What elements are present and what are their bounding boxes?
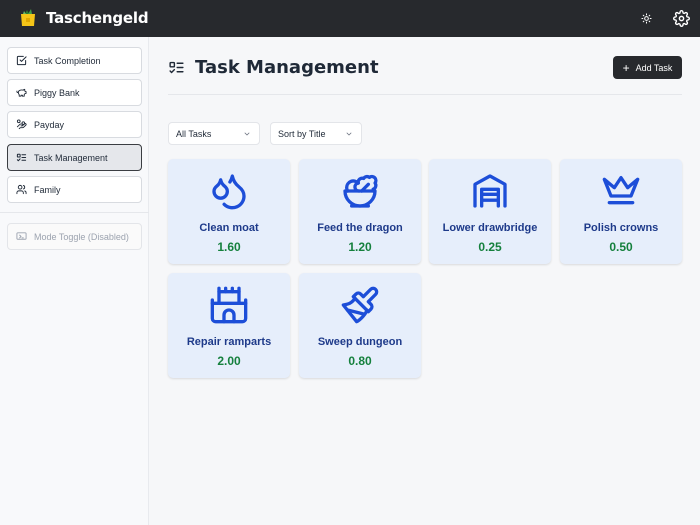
sidebar-item-task-management[interactable]: Task Management xyxy=(7,144,142,171)
task-card[interactable]: Feed the dragon 1.20 xyxy=(299,159,421,264)
sort-selected-value: Sort by Title xyxy=(278,128,326,139)
app-logo-icon xyxy=(21,9,35,26)
sidebar-item-payday[interactable]: Payday xyxy=(7,111,142,138)
sidebar: Task Completion Piggy Bank Payday Task M… xyxy=(0,37,149,525)
task-card[interactable]: Repair ramparts 2.00 xyxy=(168,273,290,378)
header-divider xyxy=(168,94,682,95)
list-checks-icon xyxy=(169,61,184,74)
castle-icon xyxy=(210,286,248,324)
task-name: Repair ramparts xyxy=(186,336,272,348)
piggy-bank-icon xyxy=(16,87,27,98)
task-value: 1.20 xyxy=(348,240,372,254)
droplets-icon xyxy=(212,174,246,210)
gear-icon xyxy=(673,10,690,27)
list-checks-icon xyxy=(16,152,27,163)
mode-toggle-button[interactable]: Mode Toggle (Disabled) xyxy=(7,223,142,250)
sidebar-divider xyxy=(0,212,149,213)
filter-selected-value: All Tasks xyxy=(176,128,212,139)
garage-gate-icon xyxy=(473,174,507,208)
paintbrush-icon xyxy=(341,286,379,324)
plus-icon: + xyxy=(622,60,630,75)
add-task-label: Add Task xyxy=(635,62,673,73)
sidebar-item-label: Payday xyxy=(34,119,65,130)
filter-select[interactable]: All Tasks xyxy=(168,122,260,145)
task-name: Polish crowns xyxy=(583,222,659,234)
task-value: 0.50 xyxy=(609,240,633,254)
sidebar-item-label: Family xyxy=(34,184,61,195)
salad-bowl-icon xyxy=(343,174,378,208)
payday-icon xyxy=(16,119,27,130)
task-card[interactable]: Sweep dungeon 0.80 xyxy=(299,273,421,378)
sidebar-item-piggy-bank[interactable]: Piggy Bank xyxy=(7,79,142,106)
page-title: Task Management xyxy=(195,57,379,78)
task-name: Lower drawbridge xyxy=(442,222,538,234)
sidebar-item-label: Task Completion xyxy=(34,55,101,66)
app-title: Taschengeld xyxy=(46,9,149,27)
mode-toggle-label: Mode Toggle (Disabled) xyxy=(34,231,129,242)
crown-icon xyxy=(602,176,640,205)
sort-select[interactable]: Sort by Title xyxy=(270,122,362,145)
task-name: Clean moat xyxy=(199,222,259,234)
sidebar-item-label: Piggy Bank xyxy=(34,87,80,98)
users-icon xyxy=(16,184,27,195)
theme-toggle-button[interactable] xyxy=(638,10,655,27)
task-value: 2.00 xyxy=(217,354,241,368)
top-bar: Taschengeld xyxy=(0,0,700,37)
toggle-icon xyxy=(16,231,27,242)
sidebar-item-task-completion[interactable]: Task Completion xyxy=(7,47,142,74)
sun-icon xyxy=(641,13,652,24)
task-value: 1.60 xyxy=(217,240,241,254)
task-name: Feed the dragon xyxy=(317,222,403,234)
task-card[interactable]: Clean moat 1.60 xyxy=(168,159,290,264)
task-value: 0.25 xyxy=(478,240,502,254)
task-name: Sweep dungeon xyxy=(317,336,403,348)
task-value: 0.80 xyxy=(348,354,372,368)
sidebar-item-label: Task Management xyxy=(34,152,108,163)
chevron-down-icon xyxy=(346,132,352,136)
check-square-icon xyxy=(16,55,27,66)
add-task-button[interactable]: + Add Task xyxy=(613,56,682,79)
sidebar-item-family[interactable]: Family xyxy=(7,176,142,203)
task-card[interactable]: Lower drawbridge 0.25 xyxy=(429,159,551,264)
settings-button[interactable] xyxy=(671,8,692,29)
task-card[interactable]: Polish crowns 0.50 xyxy=(560,159,682,264)
main-content: Task Management + Add Task All Tasks Sor… xyxy=(149,37,700,525)
chevron-down-icon xyxy=(244,132,250,136)
